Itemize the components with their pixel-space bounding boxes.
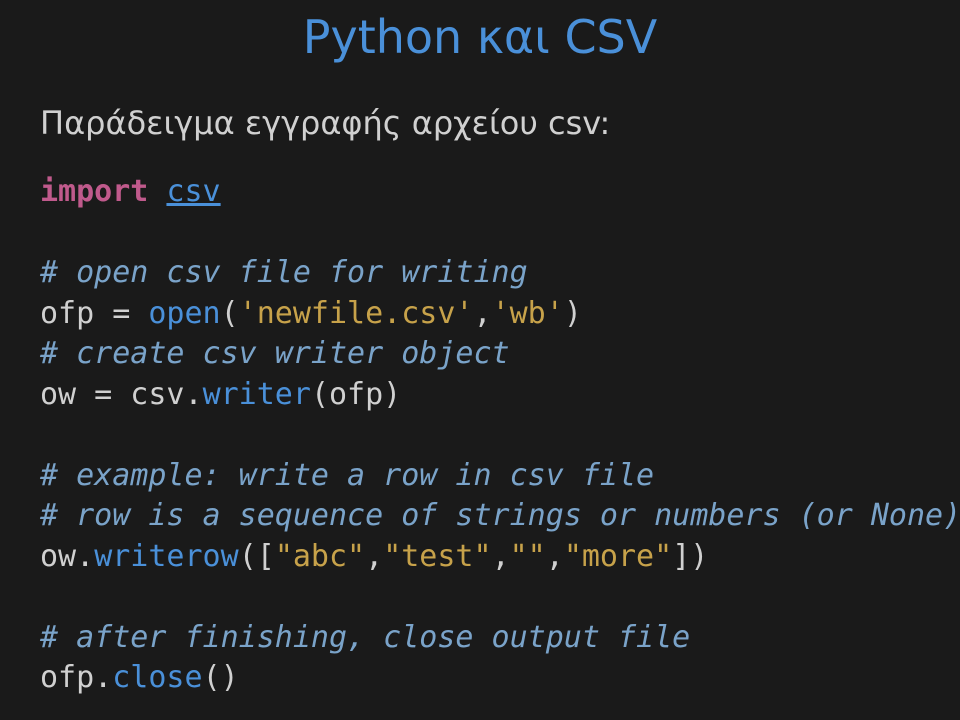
slide-title: Python και CSV: [180, 10, 780, 64]
paren: ]): [672, 539, 708, 574]
string-abc: "abc": [275, 539, 365, 574]
comment-example: # example: write a row in csv file: [40, 458, 654, 493]
fn-writer: writer: [203, 377, 311, 412]
string-test: "test": [383, 539, 491, 574]
string-mode: 'wb': [492, 296, 564, 331]
fn-open: open: [148, 296, 220, 331]
fn-close: close: [112, 660, 202, 695]
comma: ,: [474, 296, 492, 331]
keyword-import: import: [40, 174, 148, 209]
fn-writerow: writerow: [94, 539, 239, 574]
string-empty: "": [510, 539, 546, 574]
code-text: ow.: [40, 539, 94, 574]
comment-open-file: # open csv file for writing: [40, 255, 528, 290]
paren: (): [203, 660, 239, 695]
code-text: ofp =: [40, 296, 148, 331]
string-filename: 'newfile.csv': [239, 296, 474, 331]
slide: Python και CSV Παράδειγμα εγγραφής αρχεί…: [0, 0, 960, 720]
module-csv: csv: [166, 174, 220, 209]
comment-create-writer: # create csv writer object: [40, 336, 510, 371]
comment-row-desc: # row is a sequence of strings or number…: [40, 498, 960, 533]
code-text: ow = csv.: [40, 377, 203, 412]
string-more: "more": [564, 539, 672, 574]
comma: ,: [492, 539, 510, 574]
comma: ,: [546, 539, 564, 574]
paren: (ofp): [311, 377, 401, 412]
code-block: import csv # open csv file for writing o…: [40, 172, 920, 699]
comment-close: # after finishing, close output file: [40, 620, 690, 655]
paren: ): [564, 296, 582, 331]
comma: ,: [365, 539, 383, 574]
paren: ([: [239, 539, 275, 574]
code-text: ofp.: [40, 660, 112, 695]
slide-subtitle: Παράδειγμα εγγραφής αρχείου csv:: [40, 104, 920, 142]
paren: (: [221, 296, 239, 331]
